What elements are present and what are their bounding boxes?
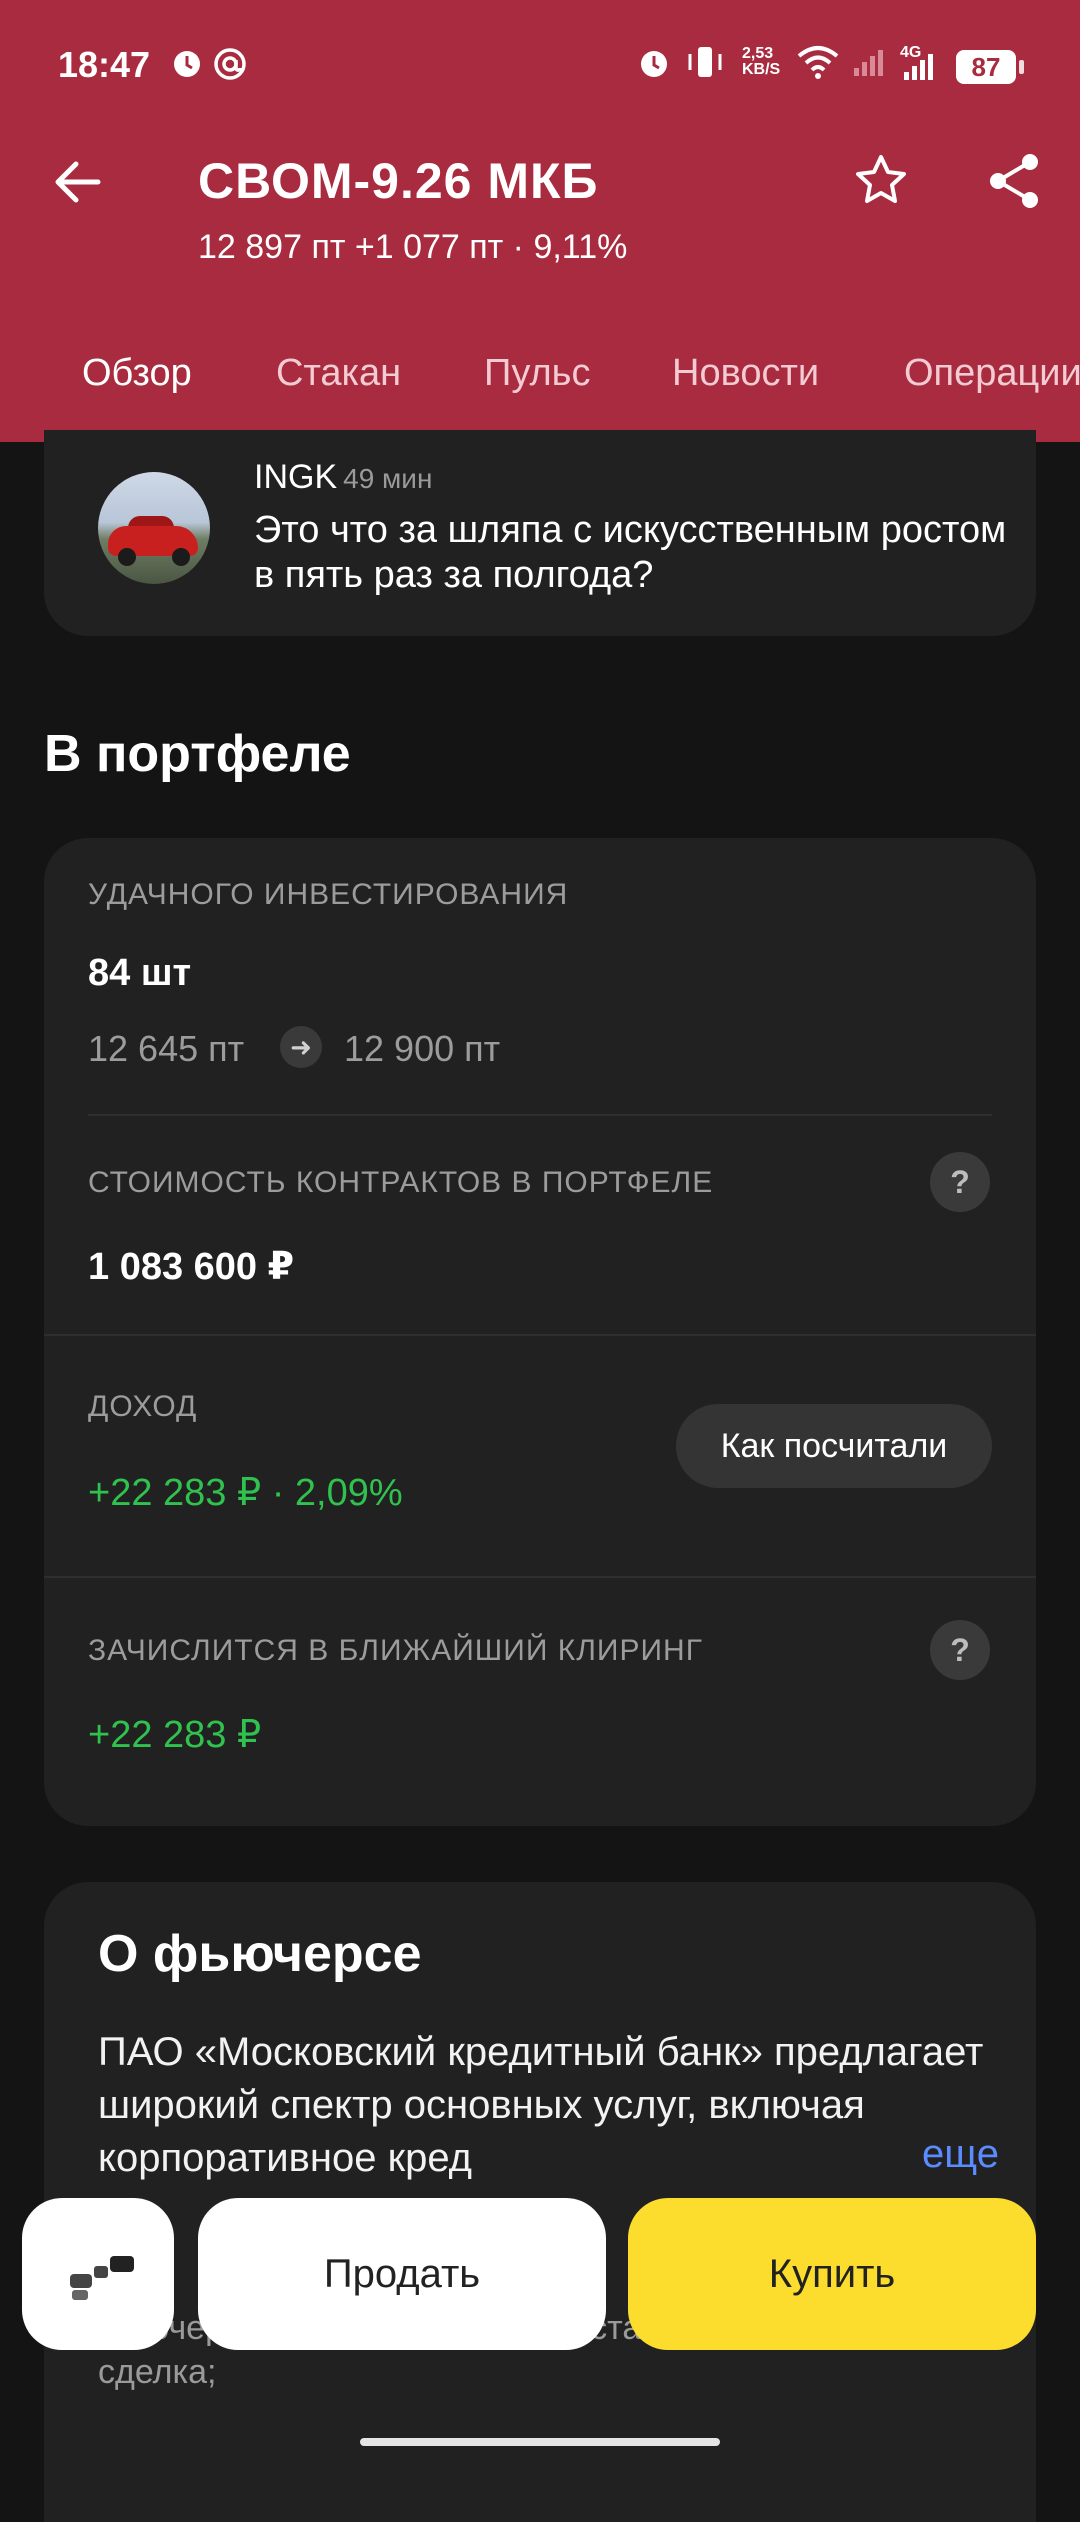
clearing-value: +22 283 ₽ xyxy=(88,1714,262,1756)
alarm-icon xyxy=(174,51,200,77)
home-indicator[interactable] xyxy=(360,2438,720,2446)
at-icon xyxy=(214,48,246,80)
net-speed-value: 2,53 xyxy=(742,45,774,62)
buy-button[interactable]: Купить xyxy=(628,2198,1036,2350)
contracts-value: 1 083 600 ₽ xyxy=(88,1246,295,1288)
tab-overview[interactable]: Обзор xyxy=(82,352,192,395)
income-value: +22 283 ₽ · 2,09% xyxy=(88,1472,403,1514)
help-icon[interactable]: ? xyxy=(930,1620,990,1680)
logo-icon xyxy=(70,2256,134,2300)
read-more-link[interactable]: еще xyxy=(902,2132,999,2177)
comment-text: Это что за шляпа с искусственным ростом … xyxy=(254,509,1007,596)
section-title-portfolio: В портфеле xyxy=(44,725,351,783)
back-button[interactable] xyxy=(48,150,108,210)
portfolio-card xyxy=(44,838,1036,1826)
income-label: ДОХОД xyxy=(88,1390,198,1423)
wifi-icon xyxy=(797,46,839,79)
divider xyxy=(44,1334,1036,1336)
how-calculated-button[interactable]: Как посчитали xyxy=(676,1404,992,1488)
app-header: 18:47 2,53 KB/S 4G 87 СВОМ-9.26 МКБ 12 89… xyxy=(0,0,1080,442)
avatar-car-wheel xyxy=(172,548,190,566)
author-name[interactable]: INGK xyxy=(254,458,337,496)
tab-bar: Обзор Стакан Пульс Новости Операции xyxy=(0,340,1080,442)
page-title: СВОМ-9.26 МКБ xyxy=(198,153,599,209)
avatar[interactable] xyxy=(98,472,210,584)
signal-icon xyxy=(854,50,883,76)
divider xyxy=(88,1114,992,1116)
app-logo-button[interactable] xyxy=(22,2198,174,2350)
tab-operations[interactable]: Операции xyxy=(904,352,1080,395)
battery-indicator: 87 xyxy=(956,50,1024,84)
bluetooth-vibrate-icon xyxy=(688,47,722,77)
comment-author[interactable]: INGK 49 мин xyxy=(254,458,432,497)
favorite-button[interactable] xyxy=(852,152,910,210)
status-bar: 18:47 2,53 KB/S 4G 87 xyxy=(0,0,1080,132)
signal-icon-2 xyxy=(904,54,933,80)
position-quantity: 84 шт xyxy=(88,952,192,994)
clearing-label: ЗАЧИСЛИТСЯ В БЛИЖАЙШИЙ КЛИРИНГ xyxy=(88,1634,703,1667)
share-button[interactable] xyxy=(986,150,1044,212)
account-label: УДАЧНОГО ИНВЕСТИРОВАНИЯ xyxy=(88,878,569,911)
net-speed: 2,53 KB/S xyxy=(742,46,780,78)
sell-button[interactable]: Продать xyxy=(198,2198,606,2350)
about-description: ПАО «Московский кредитный банк» предлага… xyxy=(98,2030,984,2180)
avatar-car-wheel xyxy=(118,548,136,566)
status-time: 18:47 xyxy=(58,44,151,85)
arrow-right-icon: ➜ xyxy=(280,1026,322,1068)
contracts-value-label: СТОИМОСТЬ КОНТРАКТОВ В ПОРТФЕЛЕ xyxy=(88,1166,714,1199)
divider xyxy=(44,1576,1036,1578)
about-title: О фьючерсе xyxy=(98,1925,422,1983)
avg-price: 12 645 пт xyxy=(88,1028,245,1069)
alarm-icon xyxy=(641,51,667,77)
tab-pulse[interactable]: Пульс xyxy=(484,352,590,395)
current-price: 12 900 пт xyxy=(344,1028,501,1069)
help-icon[interactable]: ? xyxy=(930,1152,990,1212)
tab-order-book[interactable]: Стакан xyxy=(276,352,401,395)
price-summary: 12 897 пт +1 077 пт · 9,11% xyxy=(198,228,628,266)
net-speed-unit: KB/S xyxy=(742,61,781,78)
comment-age: 49 мин xyxy=(343,463,433,494)
tab-news[interactable]: Новости xyxy=(672,352,819,395)
